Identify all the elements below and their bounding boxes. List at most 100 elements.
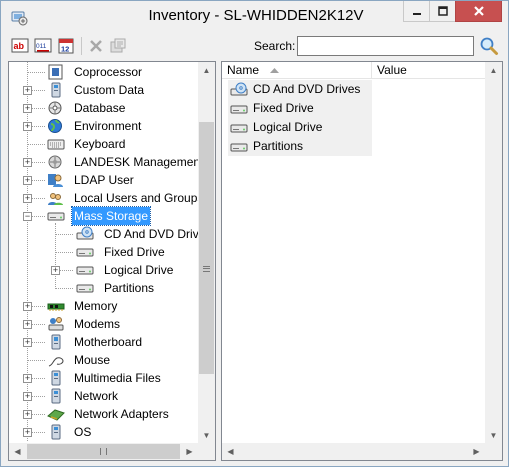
list-item[interactable]: Fixed Drive [228, 99, 372, 118]
grip-line [203, 268, 210, 269]
calendar-button[interactable]: 12 [56, 36, 76, 56]
tree-item-label: Mouse [74, 353, 111, 367]
scroll-right-icon[interactable]: ▶ [181, 443, 198, 460]
expand-icon[interactable]: + [23, 104, 32, 113]
landesk-icon [48, 155, 62, 169]
tree-item[interactable]: + OS [9, 423, 199, 441]
tree-item[interactable]: + Custom Data [9, 81, 199, 99]
tree-item[interactable]: + Local Users and Groups [9, 189, 203, 207]
tree-item[interactable]: + LANDESK Management [9, 153, 203, 171]
properties-button[interactable] [108, 36, 128, 56]
cd-drive-icon [230, 82, 248, 96]
expand-icon[interactable]: + [23, 410, 32, 419]
tree-item[interactable]: + Environment [9, 117, 199, 135]
expand-icon[interactable]: + [51, 266, 60, 275]
delete-x-icon [90, 40, 102, 52]
expand-icon[interactable]: + [23, 320, 32, 329]
drive-icon [76, 284, 94, 293]
tree-line [27, 360, 45, 361]
column-name-label: Name [227, 63, 260, 77]
drive-icon [47, 212, 65, 221]
tree-item-label: Network [74, 389, 119, 403]
tree-item[interactable]: Keyboard [9, 135, 199, 153]
binary-field-button[interactable]: 011 [33, 36, 53, 56]
expand-icon[interactable]: + [23, 428, 32, 437]
scroll-down-icon[interactable]: ▼ [198, 427, 215, 444]
tree-item[interactable]: + Motherboard [9, 333, 199, 351]
tree-item-label: Environment [74, 119, 142, 133]
title-bar[interactable]: Inventory - SL-WHIDDEN2K12V [1, 1, 508, 33]
search-button[interactable] [479, 36, 499, 56]
list-vertical-scrollbar[interactable]: ▲ ▼ [485, 62, 502, 444]
ab-field-button[interactable]: ab [10, 36, 30, 56]
scrollbar-corner [198, 443, 215, 460]
tree-item-label: Coprocessor [74, 65, 143, 79]
list-item[interactable]: CD And DVD Drives [228, 80, 372, 99]
tree-item[interactable]: + Modems [9, 315, 199, 333]
list-item[interactable]: Logical Drive [228, 118, 372, 137]
tree-item[interactable]: + Database [9, 99, 199, 117]
column-header-name[interactable]: Name [222, 62, 372, 79]
list-horizontal-scrollbar[interactable]: ◀ ▶ [222, 443, 485, 460]
tree-horizontal-scrollbar[interactable]: ◀ ▶ [9, 443, 198, 460]
scroll-up-icon[interactable]: ▲ [485, 62, 502, 79]
svg-text:ab: ab [14, 41, 25, 51]
tree-vertical-thumb[interactable] [199, 122, 214, 374]
tree-item[interactable]: − Mass Storage [9, 206, 199, 226]
tree-item[interactable]: + Memory [9, 297, 199, 315]
keyboard-icon [47, 139, 65, 150]
tree-item[interactable]: Fixed Drive [9, 243, 199, 261]
tree-item[interactable]: Mouse [9, 351, 199, 369]
tree-vertical-scrollbar[interactable]: ▲ ▼ [198, 62, 215, 444]
tree-line [27, 72, 45, 73]
search-input[interactable] [297, 36, 474, 56]
scroll-left-icon[interactable]: ◀ [9, 443, 26, 460]
tree-item[interactable]: + Network Adapters [9, 405, 199, 423]
tree-item[interactable]: + Multimedia Files [9, 369, 199, 387]
delete-button[interactable] [86, 36, 106, 56]
column-header-value[interactable]: Value [372, 62, 502, 79]
tree-item[interactable]: + Network [9, 387, 199, 405]
expand-icon[interactable]: + [23, 176, 32, 185]
expand-icon[interactable]: + [23, 86, 32, 95]
tree-item[interactable]: + Logical Drive [9, 261, 199, 279]
minimize-button[interactable] [403, 1, 430, 22]
list-item-name: CD And DVD Drives [253, 82, 361, 96]
scroll-down-icon[interactable]: ▼ [485, 427, 502, 444]
scroll-up-icon[interactable]: ▲ [198, 62, 215, 79]
maximize-button[interactable] [429, 1, 456, 22]
list-item-name: Fixed Drive [253, 101, 314, 115]
tree-item[interactable]: + LDAP User [9, 171, 199, 189]
svg-text:011: 011 [36, 43, 47, 50]
scroll-left-icon[interactable]: ◀ [222, 443, 239, 460]
expand-icon[interactable]: + [23, 302, 32, 311]
tree-item-label: Keyboard [74, 137, 126, 151]
tree-item[interactable]: CD And DVD Drives [9, 225, 211, 243]
scrollbar-corner [485, 443, 502, 460]
close-button[interactable] [455, 1, 502, 22]
collapse-icon[interactable]: − [23, 212, 32, 221]
tree-horizontal-thumb[interactable] [27, 444, 180, 459]
tree-item-label: CD And DVD Drives [104, 227, 212, 241]
tree-item-label: LDAP User [74, 173, 134, 187]
expand-icon[interactable]: + [23, 158, 32, 167]
expand-icon[interactable]: + [23, 194, 32, 203]
expand-icon[interactable]: + [23, 122, 32, 131]
scroll-right-icon[interactable]: ▶ [468, 443, 485, 460]
details-list[interactable]: Name Value CD And DVD Drives Fixed Drive L… [221, 61, 503, 461]
list-item[interactable]: Partitions [228, 137, 372, 156]
maximize-icon [437, 6, 448, 16]
tree-item[interactable]: Coprocessor [9, 63, 199, 81]
tree-item[interactable]: Partitions [9, 279, 199, 297]
app-icon [11, 11, 28, 26]
expand-icon[interactable]: + [23, 374, 32, 383]
modem-icon [48, 317, 64, 331]
mouse-icon [48, 357, 64, 367]
window-title: Inventory - SL-WHIDDEN2K12V [148, 7, 364, 24]
tree-item-label: Memory [74, 299, 118, 313]
expand-icon[interactable]: + [23, 338, 32, 347]
computer-icon [51, 370, 61, 386]
inventory-tree[interactable]: Coprocessor + Custom Data + Database + Environ… [8, 61, 216, 461]
tree-line [27, 144, 45, 145]
expand-icon[interactable]: + [23, 392, 32, 401]
